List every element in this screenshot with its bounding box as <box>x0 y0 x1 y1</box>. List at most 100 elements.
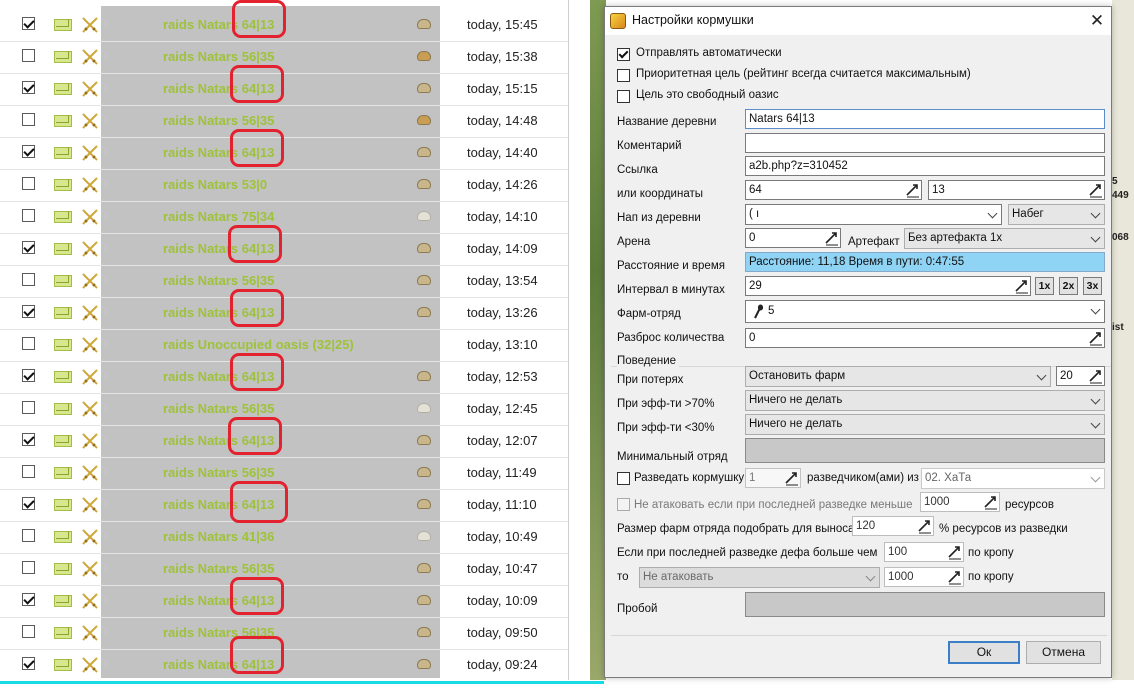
then-select[interactable]: Не атаковать <box>639 567 880 588</box>
report-row[interactable]: raids Natars 64|13 today, 15:45 <box>0 0 568 42</box>
report-checkbox[interactable] <box>22 305 35 318</box>
spinner-icon[interactable] <box>1013 278 1029 294</box>
interval-3x-button[interactable]: 3x <box>1083 277 1102 295</box>
report-checkbox[interactable] <box>22 337 35 350</box>
comment-input[interactable] <box>745 133 1105 153</box>
size-pick-num-input[interactable]: 120 <box>852 516 934 536</box>
report-subject[interactable]: raids Natars 56|35 <box>163 273 274 288</box>
eff-low-select[interactable]: Ничего не делать <box>745 414 1105 435</box>
report-checkbox[interactable] <box>22 657 35 670</box>
artifact-select[interactable]: Без артефакта 1x <box>904 228 1105 249</box>
village-name-input[interactable]: Natars 64|13 <box>745 109 1105 129</box>
spinner-icon[interactable] <box>946 544 962 560</box>
then-num-input[interactable]: 1000 <box>884 567 964 587</box>
report-subject[interactable]: raids Unoccupied oasis (32|25) <box>163 337 354 352</box>
report-checkbox[interactable] <box>22 433 35 446</box>
ok-button[interactable]: Ок <box>948 641 1020 664</box>
eff-high-select[interactable]: Ничего не делать <box>745 390 1105 411</box>
report-row[interactable]: raids Natars 64|13 today, 10:09 <box>0 577 568 618</box>
priority-checkbox[interactable] <box>617 69 630 82</box>
report-checkbox[interactable] <box>22 273 35 286</box>
report-checkbox[interactable] <box>22 561 35 574</box>
report-row[interactable]: raids Natars 53|0 today, 14:26 <box>0 169 568 202</box>
spinner-icon[interactable] <box>982 494 998 510</box>
report-row[interactable]: raids Natars 64|13 today, 13:26 <box>0 289 568 330</box>
report-checkbox[interactable] <box>22 465 35 478</box>
no-attack-num-input[interactable]: 1000 <box>920 492 1000 512</box>
report-checkbox[interactable] <box>22 497 35 510</box>
attack-type-select[interactable]: Набег <box>1008 204 1105 225</box>
on-loss-select[interactable]: Остановить фарм <box>745 366 1051 387</box>
report-row[interactable]: raids Natars 64|13 today, 11:10 <box>0 481 568 523</box>
def-more-num-input[interactable]: 100 <box>884 542 964 562</box>
report-subject[interactable]: raids Natars 75|34 <box>163 209 274 224</box>
spinner-icon[interactable] <box>1087 182 1103 198</box>
report-checkbox[interactable] <box>22 529 35 542</box>
report-row[interactable]: raids Natars 56|35 today, 12:45 <box>0 393 568 426</box>
report-checkbox[interactable] <box>22 177 35 190</box>
report-subject[interactable]: raids Natars 56|35 <box>163 49 274 64</box>
report-row[interactable]: raids Natars 41|36 today, 10:49 <box>0 521 568 554</box>
report-row[interactable]: raids Natars 56|35 today, 09:50 <box>0 617 568 650</box>
min-squad-field[interactable] <box>745 438 1105 463</box>
no-attack-checkbox[interactable] <box>617 498 630 511</box>
report-row[interactable]: raids Natars 56|35 today, 10:47 <box>0 553 568 586</box>
report-row[interactable]: raids Natars 56|35 today, 15:38 <box>0 41 568 74</box>
report-subject[interactable]: raids Natars 56|35 <box>163 465 274 480</box>
report-row[interactable]: raids Natars 75|34 today, 14:10 <box>0 201 568 234</box>
breach-field[interactable] <box>745 592 1105 617</box>
spinner-icon[interactable] <box>1087 330 1103 346</box>
report-row[interactable]: raids Natars 64|13 today, 14:40 <box>0 129 568 170</box>
report-checkbox[interactable] <box>22 593 35 606</box>
send-auto-checkbox[interactable] <box>617 48 630 61</box>
scout-num-input[interactable]: 1 <box>745 468 801 488</box>
spread-input[interactable]: 0 <box>745 328 1105 348</box>
attack-from-village-select[interactable]: ( ı <box>745 204 1002 225</box>
on-loss-num-input[interactable]: 20 <box>1056 366 1105 386</box>
coord-y-input[interactable]: 13 <box>928 180 1105 200</box>
report-checkbox[interactable] <box>22 625 35 638</box>
report-checkbox[interactable] <box>22 241 35 254</box>
report-row[interactable]: raids Natars 64|13 today, 12:07 <box>0 417 568 458</box>
spinner-icon[interactable] <box>823 230 839 246</box>
report-checkbox[interactable] <box>22 369 35 382</box>
cancel-button[interactable]: Отмена <box>1026 641 1101 664</box>
report-row[interactable]: raids Natars 56|35 today, 13:54 <box>0 265 568 298</box>
report-checkbox[interactable] <box>22 145 35 158</box>
report-subject[interactable]: raids Natars 53|0 <box>163 177 267 192</box>
report-subject[interactable]: raids Natars 56|35 <box>163 401 274 416</box>
report-row[interactable]: raids Unoccupied oasis (32|25) today, 13:… <box>0 329 568 362</box>
dialog-titlebar[interactable]: Настройки кормушки ✕ <box>605 7 1111 35</box>
spinner-icon[interactable] <box>916 518 932 534</box>
report-row[interactable]: raids Natars 64|13 today, 14:09 <box>0 225 568 266</box>
report-checkbox[interactable] <box>22 17 35 30</box>
report-row[interactable]: raids Natars 64|13 today, 15:15 <box>0 65 568 106</box>
spinner-icon[interactable] <box>783 470 799 486</box>
close-icon[interactable]: ✕ <box>1085 9 1109 33</box>
spinner-icon[interactable] <box>946 569 962 585</box>
report-row[interactable]: raids Natars 56|35 today, 14:48 <box>0 105 568 138</box>
report-subject[interactable]: raids Natars 56|35 <box>163 561 274 576</box>
interval-input[interactable]: 29 <box>745 276 1031 296</box>
report-subject[interactable]: raids Natars 56|35 <box>163 113 274 128</box>
report-checkbox[interactable] <box>22 49 35 62</box>
arena-input[interactable]: 0 <box>745 228 841 248</box>
report-checkbox[interactable] <box>22 209 35 222</box>
interval-2x-button[interactable]: 2x <box>1059 277 1078 295</box>
interval-1x-button[interactable]: 1x <box>1035 277 1054 295</box>
spinner-icon[interactable] <box>1087 368 1103 384</box>
free-oasis-checkbox[interactable] <box>617 90 630 103</box>
report-checkbox[interactable] <box>22 113 35 126</box>
spinner-icon[interactable] <box>904 182 920 198</box>
dialog-title: Настройки кормушки <box>632 13 754 27</box>
scout-checkbox[interactable] <box>617 472 630 485</box>
report-row[interactable]: raids Natars 64|13 today, 09:24 <box>0 636 568 680</box>
report-subject[interactable]: raids Natars 41|36 <box>163 529 274 544</box>
report-checkbox[interactable] <box>22 401 35 414</box>
report-checkbox[interactable] <box>22 81 35 94</box>
farm-squad-select[interactable]: 5 <box>745 300 1105 323</box>
scout-source-select[interactable]: 02. ХаТа <box>921 468 1105 489</box>
report-row[interactable]: raids Natars 64|13 today, 12:53 <box>0 353 568 394</box>
coord-x-input[interactable]: 64 <box>745 180 922 200</box>
link-input[interactable]: a2b.php?z=310452 <box>745 156 1105 176</box>
